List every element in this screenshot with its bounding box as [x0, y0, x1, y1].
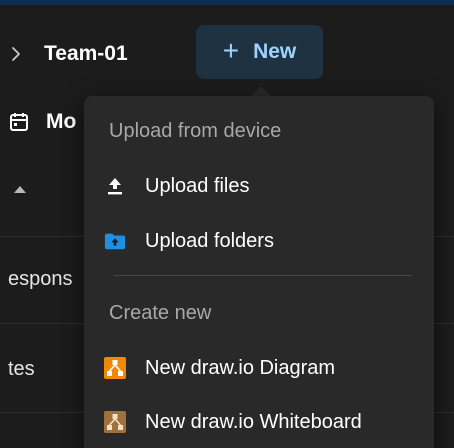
new-dropdown-menu: Upload from device Upload files Upload f… — [84, 96, 434, 448]
page-title: Mo — [46, 110, 77, 133]
list-item[interactable]: tes — [8, 358, 35, 381]
menu-item-label: New draw.io Whiteboard — [145, 410, 362, 433]
page: Team-01 + New Mo espons tes Upload from … — [0, 0, 454, 448]
drawio-diagram-icon — [104, 357, 126, 379]
plus-icon: + — [222, 34, 240, 66]
menu-item-label: Upload files — [145, 174, 250, 197]
calendar-icon — [8, 111, 30, 133]
top-accent-bar — [0, 0, 454, 5]
menu-item-new-drawio-whiteboard[interactable]: New draw.io Whiteboard — [84, 399, 434, 445]
menu-divider — [114, 275, 412, 276]
menu-item-upload-files[interactable]: Upload files — [84, 163, 434, 209]
section-label-create: Create new — [109, 302, 212, 324]
chevron-right-icon[interactable] — [6, 46, 26, 62]
drawio-whiteboard-icon — [104, 411, 126, 433]
breadcrumb: Team-01 — [0, 28, 128, 80]
list-item[interactable]: espons — [8, 268, 73, 291]
menu-item-label: New draw.io Diagram — [145, 356, 336, 379]
menu-item-label: Upload folders — [145, 229, 274, 252]
sort-ascending-icon[interactable] — [14, 186, 26, 193]
new-button[interactable]: + New — [196, 25, 323, 79]
new-button-label: New — [253, 40, 297, 63]
menu-item-new-drawio-diagram[interactable]: New draw.io Diagram — [84, 345, 434, 391]
team-name[interactable]: Team-01 — [44, 42, 128, 66]
upload-icon — [104, 175, 126, 197]
menu-item-upload-folders[interactable]: Upload folders — [84, 218, 434, 264]
section-label-upload: Upload from device — [109, 120, 282, 142]
folder-upload-icon — [104, 230, 126, 252]
page-header: Mo — [0, 96, 76, 148]
